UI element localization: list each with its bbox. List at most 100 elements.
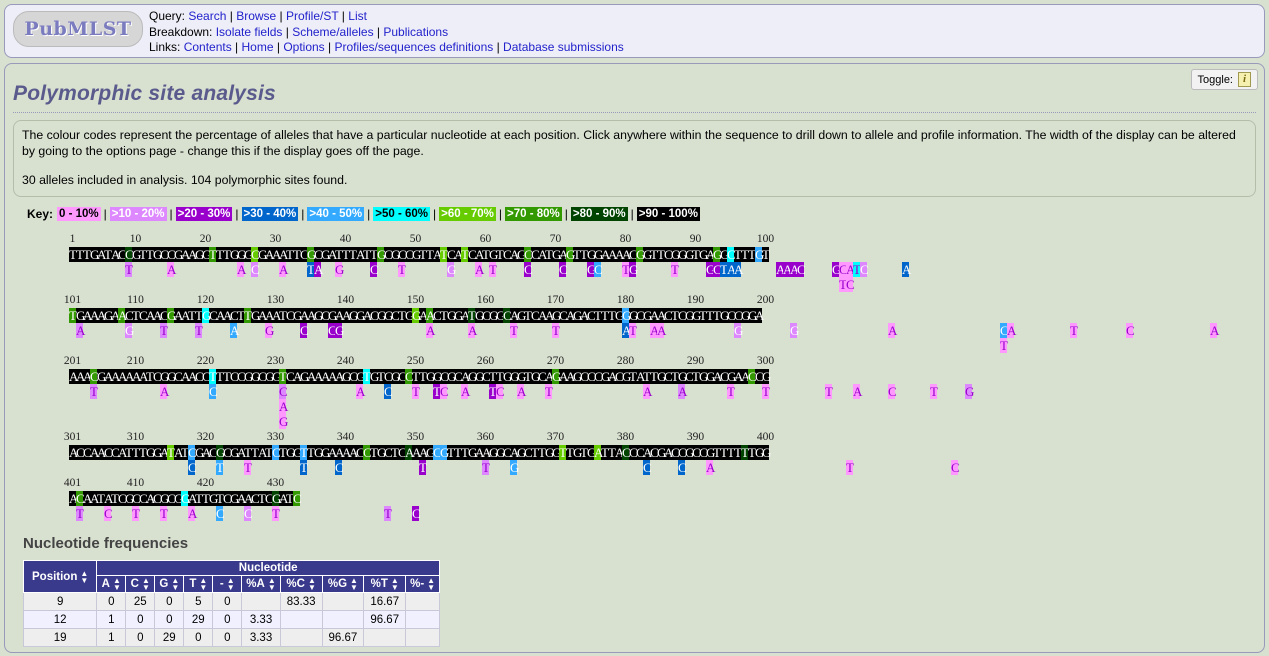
base-cell[interactable]: A [69,445,78,460]
base-cell[interactable]: T [279,369,287,384]
base-cell[interactable]: A [265,247,274,262]
base-cell[interactable]: C [167,491,176,506]
nav-link-database-submissions[interactable]: Database submissions [503,40,624,54]
base-cell[interactable]: G [202,247,211,262]
consensus-sequence[interactable]: TTTGATACCGTTGCCGAAGGTTTGGGCGAAATTCGCGATT… [69,247,770,262]
base-cell[interactable]: C [678,308,687,323]
variant-base[interactable]: A [314,262,323,277]
base-cell[interactable]: G [307,247,316,262]
base-cell[interactable]: T [524,369,532,384]
base-cell[interactable]: G [678,369,687,384]
base-cell[interactable]: G [160,369,169,384]
base-cell[interactable]: T [125,445,133,460]
base-cell[interactable]: T [195,308,203,323]
base-cell[interactable]: T [146,247,154,262]
base-cell[interactable]: T [258,491,266,506]
variant-base[interactable]: C [594,262,603,277]
base-cell[interactable]: G [209,491,218,506]
base-cell[interactable]: T [447,445,455,460]
variant-base[interactable]: C [188,460,197,475]
base-cell[interactable]: A [237,491,246,506]
base-cell[interactable]: A [622,247,631,262]
base-cell[interactable]: A [664,445,673,460]
base-cell[interactable]: A [335,308,344,323]
variant-base[interactable]: C [643,460,652,475]
base-cell[interactable]: G [510,369,519,384]
sort-arrows-icon[interactable]: ▲ ▼ [227,577,235,592]
base-cell[interactable]: G [244,247,253,262]
base-cell[interactable]: G [468,369,477,384]
sort-arrows-icon[interactable]: ▲ ▼ [350,577,358,592]
base-cell[interactable]: A [328,445,337,460]
base-cell[interactable]: G [230,247,239,262]
base-cell[interactable]: T [573,247,581,262]
variant-base[interactable]: A [853,384,862,399]
base-cell[interactable]: A [83,308,92,323]
base-cell[interactable]: G [426,445,435,460]
base-cell[interactable]: T [650,247,658,262]
base-cell[interactable]: T [580,445,588,460]
variant-base[interactable]: T [489,384,497,399]
variant-row-0[interactable]: TACCACTTCATCATAATTTACTG [69,384,1264,399]
base-cell[interactable]: T [454,445,462,460]
base-cell[interactable]: T [188,308,196,323]
variant-base[interactable]: C [384,384,393,399]
nav-link-browse[interactable]: Browse [236,9,276,23]
base-cell[interactable]: C [76,491,85,506]
base-cell[interactable]: A [188,247,197,262]
base-cell[interactable]: T [629,369,637,384]
base-cell[interactable]: T [83,247,91,262]
variant-base[interactable]: C [216,506,225,521]
base-cell[interactable]: C [286,308,295,323]
base-cell[interactable]: G [741,308,750,323]
base-cell[interactable]: T [237,308,245,323]
base-cell[interactable]: C [384,445,393,460]
base-cell[interactable]: G [727,369,736,384]
base-cell[interactable]: T [76,247,84,262]
variant-base[interactable]: C [846,277,855,292]
variant-base[interactable]: A [468,323,477,338]
variant-base[interactable]: T [1000,338,1008,353]
base-cell[interactable]: T [300,445,308,460]
variant-base[interactable]: A [237,262,246,277]
base-cell[interactable]: A [104,369,113,384]
base-cell[interactable]: T [489,369,497,384]
base-cell[interactable]: T [335,247,343,262]
base-cell[interactable]: A [755,308,764,323]
base-cell[interactable]: C [300,247,309,262]
base-cell[interactable]: T [279,308,287,323]
base-cell[interactable]: A [111,308,120,323]
base-cell[interactable]: A [419,308,428,323]
base-cell[interactable]: C [314,247,323,262]
base-cell[interactable]: G [699,247,708,262]
base-cell[interactable]: C [363,445,372,460]
base-cell[interactable]: C [209,308,218,323]
base-cell[interactable]: A [426,308,435,323]
base-cell[interactable]: C [195,369,204,384]
base-cell[interactable]: G [475,308,484,323]
base-cell[interactable]: C [398,247,407,262]
variant-base[interactable]: T [720,262,728,277]
base-cell[interactable]: C [139,308,148,323]
variant-base[interactable]: T [671,262,679,277]
base-cell[interactable]: T [524,308,532,323]
base-cell[interactable]: A [223,308,232,323]
base-cell[interactable]: T [398,308,406,323]
base-cell[interactable]: A [538,247,547,262]
variant-base[interactable]: T [307,262,315,277]
base-cell[interactable]: C [230,369,239,384]
base-cell[interactable]: G [489,445,498,460]
base-cell[interactable]: G [167,369,176,384]
variant-base[interactable]: A [727,262,736,277]
base-cell[interactable]: A [181,369,190,384]
variant-base[interactable]: G [125,323,134,338]
variant-base[interactable]: T [846,460,854,475]
base-cell[interactable]: G [706,445,715,460]
variant-base[interactable]: T [125,262,133,277]
base-cell[interactable]: C [405,369,414,384]
variant-base[interactable]: G [734,323,743,338]
base-cell[interactable]: T [748,247,756,262]
base-cell[interactable]: T [692,369,700,384]
base-cell[interactable]: G [272,369,281,384]
base-cell[interactable]: A [734,369,743,384]
